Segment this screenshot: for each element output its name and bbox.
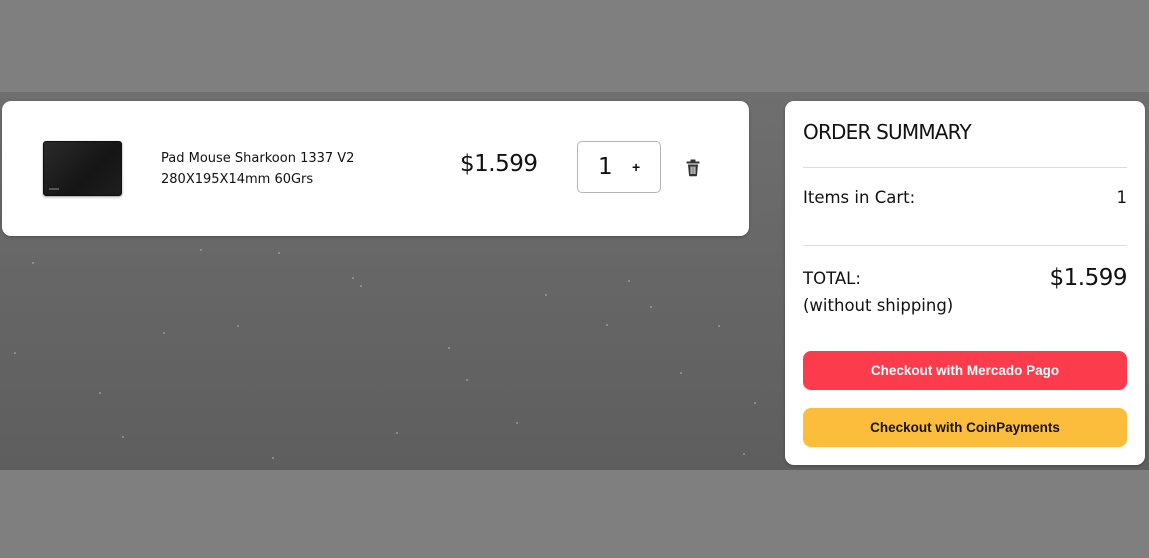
increment-button[interactable]: + <box>632 159 640 175</box>
background-speck <box>650 306 652 308</box>
total-label-block: TOTAL: (without shipping) <box>803 265 953 319</box>
items-in-cart-count: 1 <box>1116 188 1128 207</box>
background-speck <box>237 325 239 327</box>
divider <box>803 245 1127 246</box>
background-speck <box>122 436 124 438</box>
background-speck <box>743 453 745 455</box>
background-speck <box>718 325 720 327</box>
mousepad-product-image[interactable] <box>43 141 122 196</box>
cart-item-card: Pad Mouse Sharkoon 1337 V2 280X195X14mm … <box>2 101 749 236</box>
background-speck <box>200 249 202 251</box>
quantity-stepper[interactable]: 1 + <box>577 141 661 193</box>
background-speck <box>516 422 518 424</box>
background-speck <box>352 277 354 279</box>
brand-logo-mark <box>49 188 59 190</box>
order-summary-card: ORDER SUMMARY Items in Cart: 1 TOTAL: (w… <box>785 101 1145 465</box>
background-speck <box>32 262 34 264</box>
background-speck <box>628 280 630 282</box>
background-speck <box>360 285 362 287</box>
checkout-coinpayments-button[interactable]: Checkout with CoinPayments <box>803 408 1127 447</box>
background-speck <box>99 392 101 394</box>
items-in-cart-label: Items in Cart: <box>803 188 916 207</box>
background-speck <box>606 324 608 326</box>
total-note: (without shipping) <box>803 296 954 315</box>
background-speck <box>163 332 165 334</box>
divider <box>803 167 1127 168</box>
order-summary-title: ORDER SUMMARY <box>803 120 972 144</box>
trash-icon[interactable] <box>685 159 701 177</box>
background-speck <box>448 347 450 349</box>
background-speck <box>272 457 274 459</box>
total-label: TOTAL: <box>803 269 861 288</box>
background-speck <box>396 432 398 434</box>
background-speck <box>754 402 756 404</box>
background-speck <box>466 379 468 381</box>
background-speck <box>278 252 280 254</box>
background-speck <box>14 352 16 354</box>
product-name[interactable]: Pad Mouse Sharkoon 1337 V2 280X195X14mm … <box>161 148 391 190</box>
total-value: $1.599 <box>1049 265 1128 291</box>
checkout-mercado-pago-button[interactable]: Checkout with Mercado Pago <box>803 351 1127 390</box>
background-speck <box>680 372 682 374</box>
background-speck <box>545 294 547 296</box>
product-price: $1.599 <box>460 151 538 177</box>
quantity-value[interactable]: 1 <box>598 154 613 180</box>
